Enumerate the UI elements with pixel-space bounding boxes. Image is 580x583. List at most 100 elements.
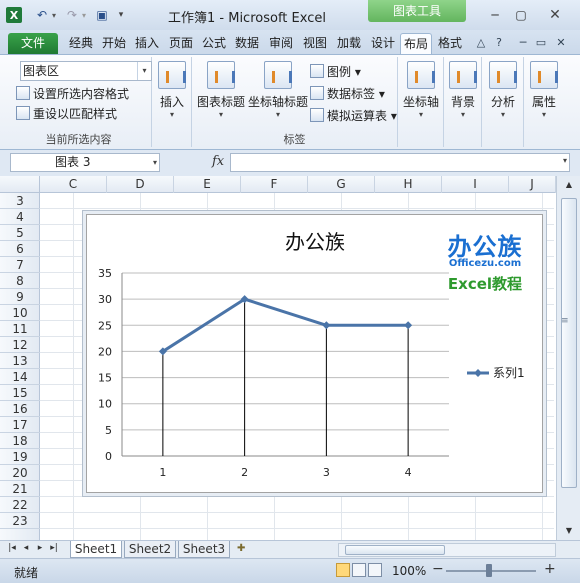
zoom-level[interactable]: 100% bbox=[392, 564, 426, 578]
tab-layout[interactable]: 布局 bbox=[400, 33, 432, 54]
next-sheet-icon[interactable]: ▸ bbox=[34, 543, 46, 553]
analysis-button[interactable]: 分析 ▾ bbox=[485, 61, 521, 119]
prev-sheet-icon[interactable]: ◂ bbox=[20, 543, 32, 553]
customize-toolbar-icon[interactable]: ▾ bbox=[116, 7, 126, 23]
page-layout-view-button[interactable] bbox=[352, 563, 366, 577]
row-header[interactable]: 16 bbox=[0, 401, 40, 417]
x-tick-label[interactable]: 4 bbox=[405, 466, 412, 479]
row-header[interactable]: 5 bbox=[0, 225, 40, 241]
collapse-ribbon-icon[interactable]: △ bbox=[474, 36, 488, 50]
excel-logo-icon[interactable]: X bbox=[6, 7, 22, 23]
row-header[interactable]: 10 bbox=[0, 305, 40, 321]
column-header-f[interactable]: F bbox=[241, 176, 308, 193]
minimize-button[interactable]: ─ bbox=[484, 6, 506, 24]
row-header[interactable]: 9 bbox=[0, 289, 40, 305]
data-table-button[interactable]: 模拟运算表 ▾ bbox=[310, 107, 397, 125]
tab-insert[interactable]: 插入 bbox=[132, 33, 162, 54]
tab-file[interactable]: 文件 bbox=[8, 33, 58, 54]
workbook-minimize-icon[interactable]: ─ bbox=[516, 36, 530, 50]
close-button[interactable]: ✕ bbox=[540, 6, 570, 24]
tab-page[interactable]: 页面 bbox=[166, 33, 196, 54]
row-header[interactable]: 11 bbox=[0, 321, 40, 337]
workbook-restore-icon[interactable]: ▭ bbox=[534, 36, 548, 50]
normal-view-button[interactable] bbox=[336, 563, 350, 577]
y-tick-label[interactable]: 10 bbox=[98, 398, 112, 411]
last-sheet-icon[interactable]: ▸| bbox=[48, 543, 60, 553]
row-header[interactable]: 15 bbox=[0, 385, 40, 401]
zoom-slider-thumb[interactable] bbox=[486, 564, 492, 577]
chart-area[interactable]: 办公族 0 5 10 15 20 25 30 35 1 2 3 4 系列1 办公族 Officezu.co… bbox=[86, 214, 543, 493]
row-header[interactable]: 19 bbox=[0, 449, 40, 465]
undo-icon[interactable]: ↶ bbox=[34, 7, 50, 23]
sheet-tab-1[interactable]: Sheet1 bbox=[70, 541, 122, 558]
y-tick-label[interactable]: 20 bbox=[98, 345, 112, 358]
row-header[interactable]: 4 bbox=[0, 209, 40, 225]
background-button[interactable]: 背景 ▾ bbox=[446, 61, 480, 119]
column-header-g[interactable]: G bbox=[308, 176, 375, 193]
scroll-down-icon[interactable]: ▼ bbox=[561, 524, 577, 538]
row-header[interactable]: 7 bbox=[0, 257, 40, 273]
column-header-c[interactable]: C bbox=[40, 176, 107, 193]
tab-design[interactable]: 设计 bbox=[367, 33, 399, 54]
y-tick-label[interactable]: 0 bbox=[105, 450, 112, 463]
properties-button[interactable]: 属性 ▾ bbox=[526, 61, 562, 119]
reset-style-button[interactable]: 重设以匹配样式 bbox=[16, 105, 117, 123]
column-header-h[interactable]: H bbox=[375, 176, 442, 193]
workbook-close-icon[interactable]: ✕ bbox=[554, 36, 568, 50]
insert-function-icon[interactable]: fx bbox=[212, 154, 224, 169]
horizontal-scroll-thumb[interactable] bbox=[345, 545, 445, 555]
legend-label[interactable]: 系列1 bbox=[493, 366, 525, 380]
row-header[interactable]: 14 bbox=[0, 369, 40, 385]
redo-icon[interactable]: ↷ bbox=[64, 7, 80, 23]
y-tick-label[interactable]: 30 bbox=[98, 293, 112, 306]
y-tick-label[interactable]: 25 bbox=[98, 319, 112, 332]
zoom-out-button[interactable]: − bbox=[432, 561, 444, 577]
undo-dropdown-icon[interactable]: ▾ bbox=[50, 7, 58, 23]
axes-button[interactable]: 坐标轴 ▾ bbox=[400, 61, 442, 119]
tab-review[interactable]: 审阅 bbox=[266, 33, 296, 54]
first-sheet-icon[interactable]: |◂ bbox=[6, 543, 18, 553]
sheet-tab-3[interactable]: Sheet3 bbox=[178, 541, 230, 558]
expand-formula-bar-icon[interactable]: ▾ bbox=[563, 156, 567, 165]
insert-sheet-icon[interactable]: ✚ bbox=[237, 543, 253, 555]
format-selection-button[interactable]: 设置所选内容格式 bbox=[16, 85, 129, 103]
help-icon[interactable]: ? bbox=[492, 36, 506, 50]
column-header-d[interactable]: D bbox=[107, 176, 174, 193]
data-point[interactable] bbox=[322, 321, 331, 330]
redo-dropdown-icon[interactable]: ▾ bbox=[80, 7, 88, 23]
tab-home[interactable]: 开始 bbox=[99, 33, 129, 54]
save-icon[interactable]: ▣ bbox=[94, 7, 110, 23]
data-labels-button[interactable]: 数据标签 ▾ bbox=[310, 85, 385, 103]
row-header[interactable]: 23 bbox=[0, 513, 40, 529]
row-header[interactable]: 8 bbox=[0, 273, 40, 289]
scroll-up-icon[interactable]: ▲ bbox=[561, 178, 577, 192]
formula-input[interactable]: ▾ bbox=[230, 153, 570, 172]
select-all-corner[interactable] bbox=[0, 176, 40, 193]
tab-data[interactable]: 数据 bbox=[232, 33, 262, 54]
chart-title[interactable]: 办公族 bbox=[285, 230, 345, 254]
tab-classic[interactable]: 经典 bbox=[66, 33, 96, 54]
zoom-in-button[interactable]: + bbox=[544, 561, 556, 577]
y-tick-label[interactable]: 5 bbox=[105, 424, 112, 437]
legend-marker[interactable] bbox=[474, 369, 482, 377]
tab-formulas[interactable]: 公式 bbox=[199, 33, 229, 54]
axis-title-button[interactable]: 坐标轴标题 ▾ bbox=[248, 61, 308, 119]
column-header-i[interactable]: I bbox=[442, 176, 509, 193]
row-header[interactable]: 21 bbox=[0, 481, 40, 497]
row-header[interactable]: 13 bbox=[0, 353, 40, 369]
x-tick-label[interactable]: 1 bbox=[159, 466, 166, 479]
maximize-button[interactable]: ▢ bbox=[510, 6, 532, 24]
name-box[interactable]: 图表 3 ▾ bbox=[10, 153, 160, 172]
insert-button[interactable]: 插入 ▾ bbox=[154, 61, 190, 119]
x-tick-label[interactable]: 3 bbox=[323, 466, 330, 479]
row-header[interactable]: 18 bbox=[0, 433, 40, 449]
x-tick-label[interactable]: 2 bbox=[241, 466, 248, 479]
row-header[interactable]: 3 bbox=[0, 193, 40, 209]
chart-title-button[interactable]: 图表标题 ▾ bbox=[196, 61, 246, 119]
tab-view[interactable]: 视图 bbox=[300, 33, 330, 54]
vertical-scrollbar[interactable]: ▲ ≡ ▼ bbox=[556, 176, 580, 540]
sheet-tab-2[interactable]: Sheet2 bbox=[124, 541, 176, 558]
row-header[interactable]: 12 bbox=[0, 337, 40, 353]
horizontal-scrollbar[interactable] bbox=[338, 543, 556, 557]
row-header[interactable]: 20 bbox=[0, 465, 40, 481]
